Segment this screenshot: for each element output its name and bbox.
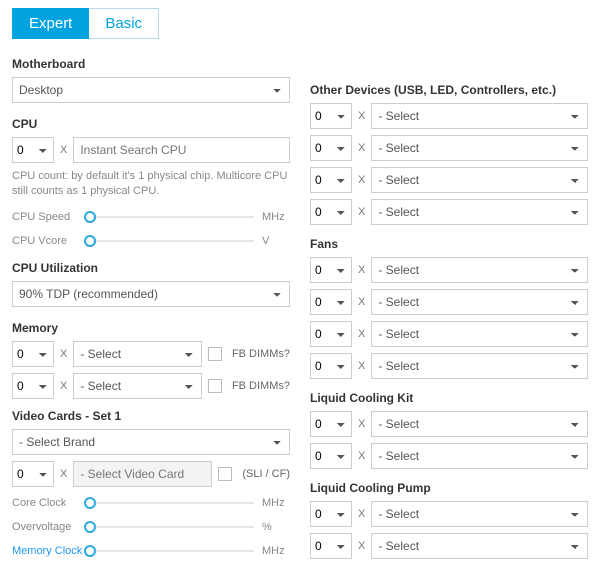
cpu-qty[interactable]: 0 [12,137,54,163]
cpu-speed-unit: MHz [262,211,290,223]
x-sep: X [358,540,365,552]
cpu-vcore-slider[interactable] [84,234,254,248]
liquid-cooling-kit-label: Liquid Cooling Kit [310,391,588,405]
memory-qty-1[interactable]: 0 [12,373,54,399]
memory-clock-unit: MHz [262,545,290,557]
tabs: Expert Basic [12,8,588,39]
x-sep: X [60,380,67,392]
memory-qty-0[interactable]: 0 [12,341,54,367]
video-brand-select[interactable]: - Select Brand [12,429,290,455]
cpu-search-input[interactable] [73,137,290,163]
fans-select-0[interactable]: - Select [371,257,588,283]
fb-dimms-checkbox-0[interactable] [208,347,222,361]
cpu-label: CPU [12,117,290,131]
lck-qty-0[interactable]: 0 [310,411,352,437]
other-qty-3[interactable]: 0 [310,199,352,225]
lck-select-1[interactable]: - Select [371,443,588,469]
cpu-vcore-unit: V [262,235,290,247]
x-sep: X [60,144,67,156]
other-select-2[interactable]: - Select [371,167,588,193]
x-sep: X [60,348,67,360]
x-sep: X [60,468,67,480]
fans-qty-1[interactable]: 0 [310,289,352,315]
other-devices-label: Other Devices (USB, LED, Controllers, et… [310,83,588,97]
fans-qty-3[interactable]: 0 [310,353,352,379]
lcp-select-1[interactable]: - Select [371,533,588,559]
x-sep: X [358,328,365,340]
fans-select-1[interactable]: - Select [371,289,588,315]
x-sep: X [358,142,365,154]
video-qty[interactable]: 0 [12,461,54,487]
other-qty-2[interactable]: 0 [310,167,352,193]
x-sep: X [358,264,365,276]
motherboard-select[interactable]: Desktop [12,77,290,103]
fans-select-2[interactable]: - Select [371,321,588,347]
fans-qty-0[interactable]: 0 [310,257,352,283]
x-sep: X [358,450,365,462]
sli-label: (SLI / CF) [242,468,290,480]
x-sep: X [358,296,365,308]
liquid-cooling-pump-label: Liquid Cooling Pump [310,481,588,495]
x-sep: X [358,418,365,430]
other-qty-0[interactable]: 0 [310,103,352,129]
cpu-hint: CPU count: by default it's 1 physical ch… [12,169,290,199]
motherboard-label: Motherboard [12,57,290,71]
core-clock-label: Core Clock [12,497,76,509]
other-select-3[interactable]: - Select [371,199,588,225]
x-sep: X [358,508,365,520]
lck-qty-1[interactable]: 0 [310,443,352,469]
other-qty-1[interactable]: 0 [310,135,352,161]
overvoltage-slider[interactable] [84,520,254,534]
lcp-qty-0[interactable]: 0 [310,501,352,527]
x-sep: X [358,110,365,122]
other-select-0[interactable]: - Select [371,103,588,129]
fans-label: Fans [310,237,588,251]
x-sep: X [358,206,365,218]
core-clock-slider[interactable] [84,496,254,510]
cpu-vcore-label: CPU Vcore [12,235,76,247]
cpu-speed-label: CPU Speed [12,211,76,223]
lcp-select-0[interactable]: - Select [371,501,588,527]
memory-label: Memory [12,321,290,335]
memory-clock-label[interactable]: Memory Clock [12,545,76,557]
fb-dimms-checkbox-1[interactable] [208,379,222,393]
fb-dimms-label-1: FB DIMMs? [232,380,290,392]
tab-expert[interactable]: Expert [12,8,89,39]
x-sep: X [358,360,365,372]
fb-dimms-label-0: FB DIMMs? [232,348,290,360]
other-select-1[interactable]: - Select [371,135,588,161]
video-card-input[interactable] [73,461,212,487]
overvoltage-unit: % [262,521,290,533]
cpu-speed-slider[interactable] [84,210,254,224]
right-column: Other Devices (USB, LED, Controllers, et… [310,49,588,565]
cpu-util-label: CPU Utilization [12,261,290,275]
cpu-util-select[interactable]: 90% TDP (recommended) [12,281,290,307]
fans-qty-2[interactable]: 0 [310,321,352,347]
x-sep: X [358,174,365,186]
fans-select-3[interactable]: - Select [371,353,588,379]
left-column: Motherboard Desktop CPU 0 X CPU count: b… [12,49,290,565]
sli-checkbox[interactable] [218,467,232,481]
memory-select-0[interactable]: - Select [73,341,202,367]
lck-select-0[interactable]: - Select [371,411,588,437]
memory-clock-slider[interactable] [84,544,254,558]
overvoltage-label: Overvoltage [12,521,76,533]
tab-basic[interactable]: Basic [89,8,159,39]
memory-select-1[interactable]: - Select [73,373,202,399]
video-label: Video Cards - Set 1 [12,409,290,423]
core-clock-unit: MHz [262,497,290,509]
lcp-qty-1[interactable]: 0 [310,533,352,559]
